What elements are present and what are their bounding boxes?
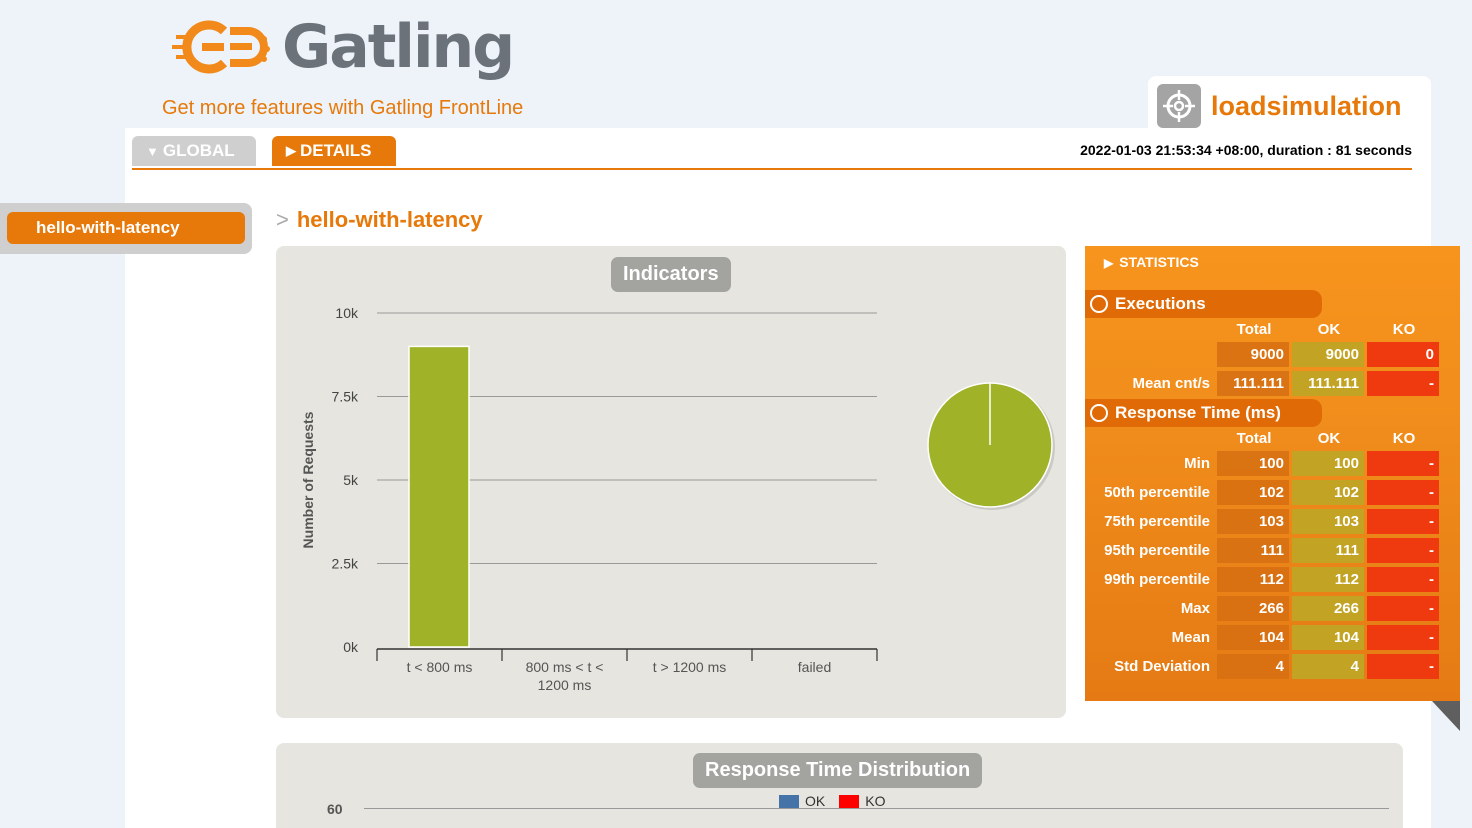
y-axis-label: Number of Requests [300,411,316,548]
rt-row-label: 75th percentile [1104,513,1210,530]
frontline-link[interactable]: Get more features with Gatling FrontLine [162,97,523,120]
rt-row-ok: 4 [1292,654,1364,679]
rt-row-label: Std Deviation [1114,658,1210,675]
rt-col-ko: KO [1392,430,1416,447]
rt-row-ko: - [1367,509,1439,534]
statistics-corner [1432,701,1460,731]
breadcrumb-separator: > [276,207,289,232]
y-tick-label: 0k [343,639,359,655]
y-tick-label: 2.5k [332,556,359,572]
executions-title: Executions [1115,294,1206,313]
exec-total-value: 9000 [1217,342,1289,367]
indicators-chart: 0k 2.5k 5k 7.5k 10k Number of Requests t < 800… [300,305,1055,693]
tab-global[interactable]: ▼ GLOBAL [132,136,256,166]
chevron-down-icon: ▼ [146,143,159,159]
refresh-icon [1090,295,1108,313]
rt-row-ko: - [1367,625,1439,650]
gatling-logo-icon [172,20,270,74]
legend-ok-label: OK [805,793,826,809]
exec-col-total: Total [1236,321,1272,338]
tab-details[interactable]: ▶ DETAILS [272,136,396,166]
tab-details-label: DETAILS [300,141,372,160]
legend-ko[interactable]: KO [839,793,886,810]
rt-row-label: Mean [1171,629,1210,646]
rt-row-total: 266 [1217,596,1289,621]
mean-cnt-ok: 111.111 [1292,371,1364,396]
exec-col-ok: OK [1317,321,1341,338]
response-time-section: Response Time (ms) [1085,399,1322,427]
bar [408,345,470,648]
y-tick-label: 5k [343,472,359,488]
rt-row-total: 102 [1217,480,1289,505]
legend-ko-label: KO [865,793,886,809]
x-tick-label: 800 ms < t <1200 ms [526,659,604,693]
rt-row-ok: 102 [1292,480,1364,505]
rt-row-ok: 112 [1292,567,1364,592]
legend-ok[interactable]: OK [779,793,826,810]
simulation-badge: loadsimulation [1148,76,1431,136]
rt-row-label: Min [1184,455,1210,472]
y-tick-label: 10k [335,305,359,321]
target-icon [1157,84,1201,128]
chevron-right-icon: ▶ [286,143,296,158]
rt-row-total: 100 [1217,451,1289,476]
distribution-gridline [364,808,1389,809]
rt-row-total: 104 [1217,625,1289,650]
distribution-legend: OK KO [779,793,886,810]
run-info: 2022-01-03 21:53:34 +08:00, duration : 8… [1080,142,1412,158]
side-menu-item-hello-with-latency[interactable]: hello-with-latency [7,212,245,244]
rt-row-ko: - [1367,451,1439,476]
tab-global-label: GLOBAL [162,141,235,160]
statistics-header[interactable]: ▶ STATISTICS [1104,254,1199,270]
executions-section: Executions [1085,290,1322,318]
rt-row-ko: - [1367,654,1439,679]
rt-row-ok: 266 [1292,596,1364,621]
rt-col-total: Total [1236,430,1272,447]
side-menu: hello-with-latency [0,203,252,254]
request-title-text: hello-with-latency [296,207,483,232]
tab-divider [132,168,1412,170]
rt-row-ok: 103 [1292,509,1364,534]
indicators-panel: Indicators 0k 2.5k 5k 7.5k 10k Number of Requ… [276,246,1066,718]
chevron-right-icon: ▶ [1104,256,1114,270]
exec-col-ko: KO [1392,321,1416,338]
statistics-title: STATISTICS [1119,254,1199,270]
rt-row-label: 50th percentile [1104,484,1210,501]
rt-row-ko: - [1367,480,1439,505]
distribution-title: Response Time Distribution [693,753,983,788]
rt-row-ko: - [1367,567,1439,592]
rt-row-ok: 111 [1292,538,1364,563]
x-tick-label: failed [798,659,831,675]
rt-row-ko: - [1367,596,1439,621]
logo-wordmark: Gatling [282,12,515,82]
y-tick-label: 7.5k [332,389,359,405]
request-title: > hello-with-latency [276,207,483,233]
exec-ok-value: 9000 [1292,342,1364,367]
rt-row-total: 112 [1217,567,1289,592]
rt-col-ok: OK [1317,430,1341,447]
mean-cnt-total: 111.111 [1217,371,1289,396]
rt-row-ok: 100 [1292,451,1364,476]
clock-icon [1090,404,1108,422]
mean-cnt-label: Mean cnt/s [1132,375,1210,392]
rt-row-label: 95th percentile [1104,542,1210,559]
statistics-panel: ▶ STATISTICS Executions Total OK KO 9000 … [1085,246,1460,701]
rt-row-ko: - [1367,538,1439,563]
rt-row-ok: 104 [1292,625,1364,650]
rt-row-label: Max [1180,600,1210,617]
simulation-name: loadsimulation [1211,90,1402,121]
distribution-ytick: 60 [327,801,343,817]
rt-row-total: 4 [1217,654,1289,679]
x-tick-label: t > 1200 ms [653,659,727,675]
rt-row-label: 99th percentile [1104,571,1210,588]
gatling-logo: Gatling [172,12,532,82]
x-tick-label: t < 800 ms [407,659,473,675]
mean-cnt-ko: - [1367,371,1439,396]
rt-row-total: 111 [1217,538,1289,563]
rt-row-total: 103 [1217,509,1289,534]
distribution-panel: Response Time Distribution OK KO 60 [276,743,1403,828]
exec-ko-value: 0 [1367,342,1439,367]
report-tabs: ▼ GLOBAL ▶ DETAILS [132,136,396,166]
response-time-title: Response Time (ms) [1115,403,1281,422]
